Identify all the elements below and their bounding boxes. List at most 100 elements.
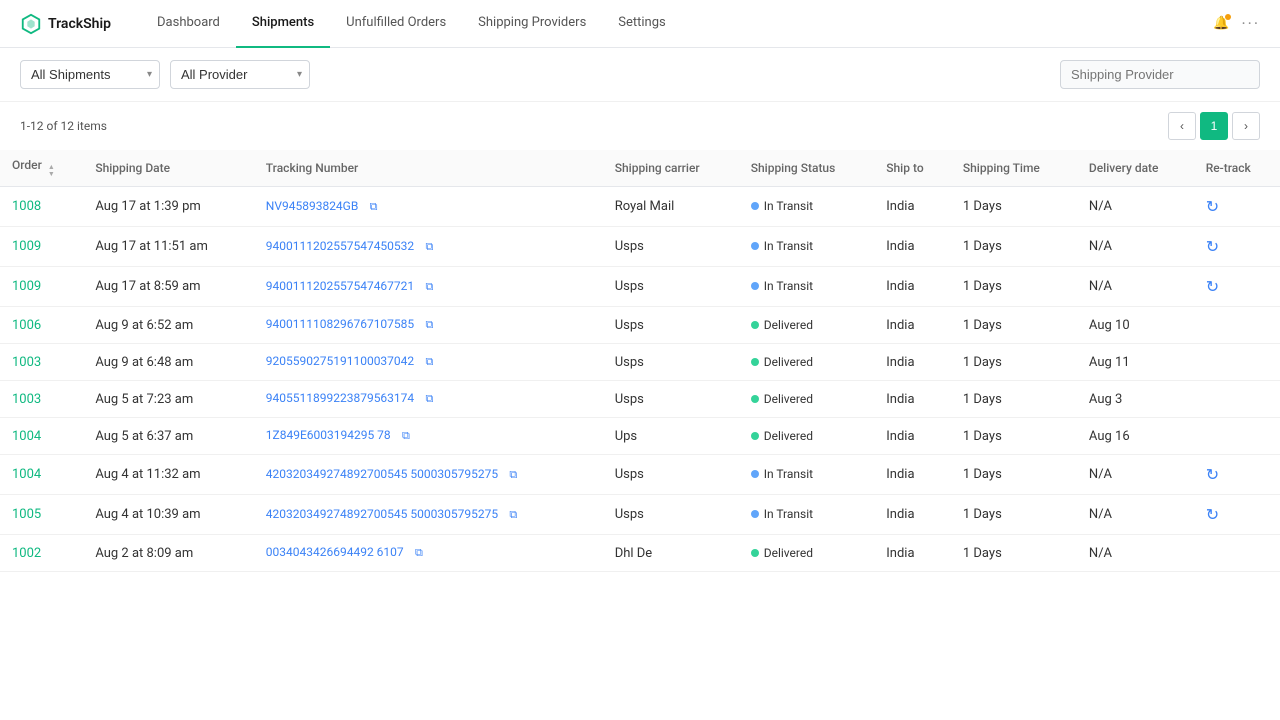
more-button[interactable]: ··· xyxy=(1241,14,1260,33)
status-dot-0 xyxy=(751,202,759,210)
tracking-link-8[interactable]: 420320349274892700545 5000305795275 xyxy=(266,507,498,521)
tracking-link-4[interactable]: 9205590275191100037042 xyxy=(266,354,414,368)
cell-time-2: 1 Days xyxy=(951,267,1077,307)
tracking-link-9[interactable]: 0034043426694492 6107 xyxy=(266,545,404,559)
nav-item-settings[interactable]: Settings xyxy=(602,0,681,48)
status-badge-0: In Transit xyxy=(751,199,813,213)
cell-date-1: Aug 17 at 11:51 am xyxy=(83,227,253,267)
status-badge-4: Delivered xyxy=(751,355,813,369)
copy-tracking-button-0[interactable]: ⧉ xyxy=(366,199,382,215)
nav-item-providers[interactable]: Shipping Providers xyxy=(462,0,602,48)
order-link-1[interactable]: 1009 xyxy=(12,239,41,254)
provider-filter-select[interactable]: All Provider USPS UPS Royal Mail DHL xyxy=(170,60,310,89)
order-link-5[interactable]: 1003 xyxy=(12,392,41,407)
retrack-button-1[interactable]: ↻ xyxy=(1206,237,1219,256)
tracking-link-2[interactable]: 9400111202557547467721 xyxy=(266,279,414,293)
cell-delivery-4: Aug 11 xyxy=(1077,344,1194,381)
tracking-link-6[interactable]: 1Z849E6003194295 78 xyxy=(266,428,391,442)
tracking-link-1[interactable]: 9400111202557547450532 xyxy=(266,239,414,253)
order-link-6[interactable]: 1004 xyxy=(12,429,41,444)
cell-retrack-8: ↻ xyxy=(1194,495,1280,535)
cell-order-7: 1004 xyxy=(0,455,83,495)
status-dot-1 xyxy=(751,242,759,250)
retrack-button-0[interactable]: ↻ xyxy=(1206,197,1219,216)
shipping-provider-search[interactable] xyxy=(1060,60,1260,89)
col-delivery-date: Delivery date xyxy=(1077,150,1194,187)
tracking-link-3[interactable]: 9400111108296767107585 xyxy=(266,317,414,331)
status-dot-5 xyxy=(751,395,759,403)
order-link-0[interactable]: 1008 xyxy=(12,199,41,214)
cell-carrier-8: Usps xyxy=(603,495,739,535)
notification-dot xyxy=(1225,14,1231,20)
cell-date-6: Aug 5 at 6:37 am xyxy=(83,418,253,455)
toolbar: All Shipments In Transit Delivered ▾ All… xyxy=(0,48,1280,102)
col-order: Order ▲ ▼ xyxy=(0,150,83,187)
cell-time-4: 1 Days xyxy=(951,344,1077,381)
provider-filter-wrapper: All Provider USPS UPS Royal Mail DHL ▾ xyxy=(170,60,310,89)
cell-carrier-1: Usps xyxy=(603,227,739,267)
status-badge-8: In Transit xyxy=(751,507,813,521)
copy-tracking-button-7[interactable]: ⧉ xyxy=(505,467,521,483)
status-dot-2 xyxy=(751,282,759,290)
order-sort-icon[interactable]: ▲ ▼ xyxy=(48,164,55,178)
cell-carrier-0: Royal Mail xyxy=(603,187,739,227)
prev-page-button[interactable]: ‹ xyxy=(1168,112,1196,140)
order-link-4[interactable]: 1003 xyxy=(12,355,41,370)
cell-retrack-6 xyxy=(1194,418,1280,455)
retrack-button-2[interactable]: ↻ xyxy=(1206,277,1219,296)
trackship-logo-icon xyxy=(20,13,42,35)
shipment-filter-select[interactable]: All Shipments In Transit Delivered xyxy=(20,60,160,89)
cell-delivery-3: Aug 10 xyxy=(1077,307,1194,344)
logo: TrackShip xyxy=(20,13,111,35)
order-link-3[interactable]: 1006 xyxy=(12,318,41,333)
cell-shipto-7: India xyxy=(874,455,951,495)
copy-tracking-button-3[interactable]: ⧉ xyxy=(421,317,437,333)
order-link-9[interactable]: 1002 xyxy=(12,546,41,561)
cell-retrack-4 xyxy=(1194,344,1280,381)
tracking-link-5[interactable]: 9405511899223879563174 xyxy=(266,391,414,405)
cell-delivery-7: N/A xyxy=(1077,455,1194,495)
cell-status-4: Delivered xyxy=(739,344,875,381)
copy-tracking-button-9[interactable]: ⧉ xyxy=(411,545,427,561)
retrack-button-8[interactable]: ↻ xyxy=(1206,505,1219,524)
cell-carrier-6: Ups xyxy=(603,418,739,455)
table-wrapper: Order ▲ ▼ Shipping Date Tracking Number … xyxy=(0,150,1280,572)
cell-delivery-8: N/A xyxy=(1077,495,1194,535)
order-link-2[interactable]: 1009 xyxy=(12,279,41,294)
main-nav: Dashboard Shipments Unfulfilled Orders S… xyxy=(141,0,1213,48)
copy-tracking-button-1[interactable]: ⧉ xyxy=(421,239,437,255)
retrack-button-7[interactable]: ↻ xyxy=(1206,465,1219,484)
cell-shipto-1: India xyxy=(874,227,951,267)
cell-tracking-5: 9405511899223879563174 ⧉ xyxy=(254,381,603,418)
order-link-7[interactable]: 1004 xyxy=(12,467,41,482)
cell-tracking-9: 0034043426694492 6107 ⧉ xyxy=(254,535,603,572)
nav-item-dashboard[interactable]: Dashboard xyxy=(141,0,236,48)
tracking-link-7[interactable]: 420320349274892700545 5000305795275 xyxy=(266,467,498,481)
copy-tracking-button-2[interactable]: ⧉ xyxy=(421,279,437,295)
copy-tracking-button-8[interactable]: ⧉ xyxy=(505,507,521,523)
cell-time-1: 1 Days xyxy=(951,227,1077,267)
status-badge-9: Delivered xyxy=(751,546,813,560)
tracking-link-0[interactable]: NV945893824GB xyxy=(266,199,359,213)
pagination-bar: 1-12 of 12 items ‹ 1 › xyxy=(0,102,1280,150)
header: TrackShip Dashboard Shipments Unfulfille… xyxy=(0,0,1280,48)
copy-tracking-button-4[interactable]: ⧉ xyxy=(421,354,437,370)
cell-retrack-5 xyxy=(1194,381,1280,418)
nav-item-shipments[interactable]: Shipments xyxy=(236,0,330,48)
status-badge-7: In Transit xyxy=(751,467,813,481)
cell-carrier-9: Dhl De xyxy=(603,535,739,572)
cell-order-4: 1003 xyxy=(0,344,83,381)
order-link-8[interactable]: 1005 xyxy=(12,507,41,522)
cell-date-9: Aug 2 at 8:09 am xyxy=(83,535,253,572)
copy-tracking-button-5[interactable]: ⧉ xyxy=(421,391,437,407)
page-1-button[interactable]: 1 xyxy=(1200,112,1228,140)
next-page-button[interactable]: › xyxy=(1232,112,1260,140)
nav-item-unfulfilled[interactable]: Unfulfilled Orders xyxy=(330,0,462,48)
cell-shipto-4: India xyxy=(874,344,951,381)
col-carrier: Shipping carrier xyxy=(603,150,739,187)
cell-retrack-7: ↻ xyxy=(1194,455,1280,495)
copy-tracking-button-6[interactable]: ⧉ xyxy=(398,428,414,444)
cell-status-9: Delivered xyxy=(739,535,875,572)
bell-button[interactable]: 🔔 xyxy=(1213,16,1229,31)
cell-shipto-5: India xyxy=(874,381,951,418)
